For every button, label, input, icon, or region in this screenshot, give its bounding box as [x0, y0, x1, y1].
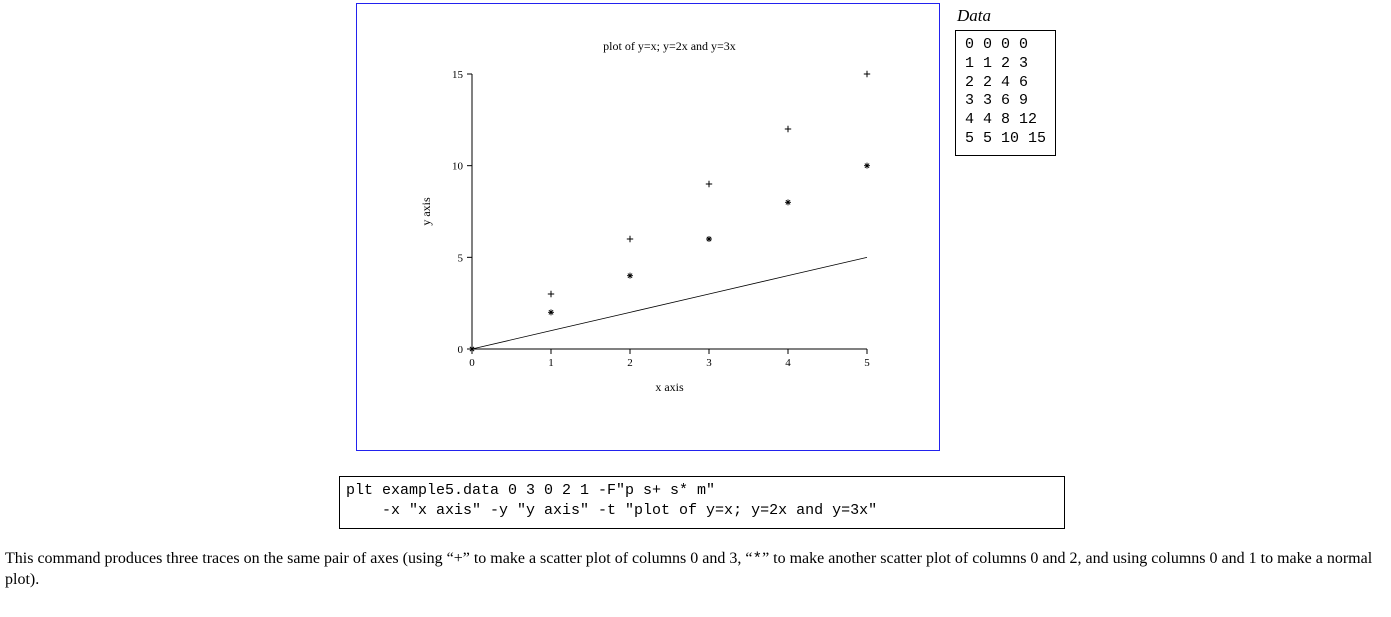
- svg-text:15: 15: [452, 69, 464, 81]
- svg-text:3: 3: [706, 357, 712, 369]
- caption-part-a: This command produces three traces on th…: [5, 550, 752, 567]
- data-table: 0 0 0 0 1 1 2 3 2 2 4 6 3 3 6 9 4 4 8 12…: [955, 30, 1056, 156]
- caption: This command produces three traces on th…: [5, 549, 1385, 591]
- marker-star: [785, 199, 791, 205]
- marker-star: [627, 273, 633, 279]
- svg-text:5: 5: [458, 252, 464, 264]
- marker-plus: [864, 71, 870, 77]
- x-axis-label: x axis: [655, 380, 684, 394]
- command-line-2: -x "x axis" -y "y axis" -t "plot of y=x;…: [346, 502, 877, 519]
- y-axis-label: y axis: [419, 197, 433, 226]
- marker-plus: [706, 181, 712, 187]
- chart-title: plot of y=x; y=2x and y=3x: [603, 39, 736, 53]
- chart-svg: plot of y=x; y=2x and y=3x 0 1 2 3 4 5 0 5 10 15 x …: [357, 4, 939, 450]
- marker-star: [706, 236, 712, 242]
- svg-text:0: 0: [458, 344, 464, 356]
- series-line: [472, 257, 867, 349]
- marker-star: [548, 309, 554, 315]
- caption-code-star: *: [752, 550, 762, 568]
- svg-text:0: 0: [469, 357, 475, 369]
- marker-plus: [469, 346, 475, 352]
- command-line-1: plt example5.data 0 3 0 2 1 -F"p s+ s* m…: [346, 482, 715, 499]
- axes: [472, 74, 867, 349]
- data-heading: Data: [957, 6, 991, 26]
- svg-text:10: 10: [452, 161, 464, 173]
- marker-star: [864, 163, 870, 169]
- svg-text:5: 5: [864, 357, 870, 369]
- svg-text:1: 1: [548, 357, 554, 369]
- marker-plus: [785, 126, 791, 132]
- marker-plus: [627, 236, 633, 242]
- svg-text:2: 2: [627, 357, 633, 369]
- svg-text:4: 4: [785, 357, 791, 369]
- command-box: plt example5.data 0 3 0 2 1 -F"p s+ s* m…: [339, 476, 1065, 529]
- chart-container: plot of y=x; y=2x and y=3x 0 1 2 3 4 5 0 5 10 15 x …: [356, 3, 940, 451]
- marker-plus: [548, 291, 554, 297]
